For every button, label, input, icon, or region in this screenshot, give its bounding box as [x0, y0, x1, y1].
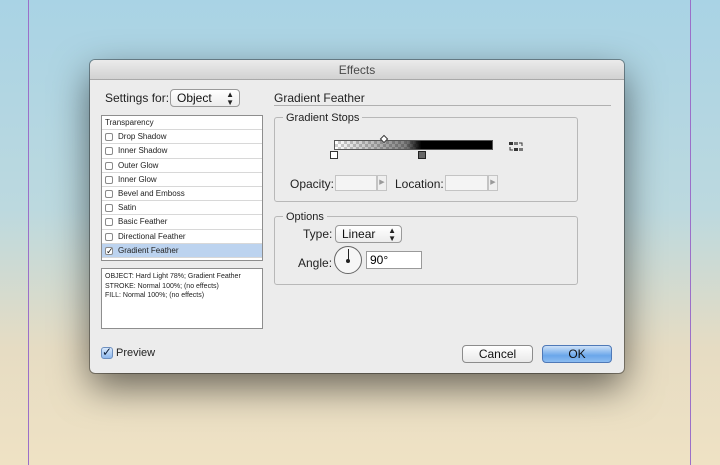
- opacity-label: Opacity:: [290, 177, 335, 191]
- gradient-stops-title: Gradient Stops: [283, 111, 363, 125]
- angle-value: 90°: [370, 253, 389, 267]
- list-item-gradient-feather[interactable]: ✓ Gradient Feather: [102, 243, 262, 258]
- angle-label: Angle:: [298, 256, 333, 270]
- checkbox[interactable]: [105, 133, 113, 142]
- type-value: Linear: [342, 227, 376, 241]
- list-item-label: Drop Shadow: [118, 132, 167, 142]
- checkbox[interactable]: [105, 147, 113, 156]
- list-item-label: Outer Glow: [118, 160, 159, 170]
- list-item-label: Basic Feather: [118, 217, 168, 227]
- summary-line-stroke: STROKE: Normal 100%; (no effects): [105, 282, 219, 290]
- popup-arrows-icon: ▲ ▼: [388, 226, 396, 243]
- list-item-label: Gradient Feather: [118, 245, 179, 255]
- location-field[interactable]: [445, 175, 488, 191]
- guide-line-right: [690, 0, 691, 465]
- list-item-label: Satin: [118, 203, 137, 213]
- list-item-inner-glow[interactable]: Inner Glow: [102, 173, 262, 187]
- list-item-transparency[interactable]: Transparency: [102, 116, 262, 131]
- checkbox[interactable]: [105, 218, 113, 227]
- checkbox[interactable]: [105, 189, 113, 198]
- preview-label: Preview: [116, 347, 156, 359]
- checkbox[interactable]: [105, 175, 113, 184]
- guide-line-left: [28, 0, 29, 465]
- list-item-inner-shadow[interactable]: Inner Shadow: [102, 144, 262, 159]
- settings-for-label: Settings for:: [105, 91, 170, 105]
- checkbox-checked[interactable]: ✓: [105, 246, 114, 255]
- panel-title-divider: [274, 105, 611, 106]
- summary-line-object: OBJECT: Hard Light 78%; Gradient Feather: [105, 273, 241, 280]
- type-label: Type:: [303, 227, 333, 241]
- list-item-label: Inner Shadow: [118, 146, 168, 156]
- summary-line-fill: FILL: Normal 100%; (no effects): [105, 292, 205, 299]
- list-item-directional-feather[interactable]: Directional Feather: [102, 230, 262, 244]
- gradient-ramp[interactable]: [334, 140, 493, 150]
- reverse-gradient-icon[interactable]: [509, 140, 523, 152]
- preview-checkbox[interactable]: ✓: [101, 345, 113, 359]
- angle-dial-center: [346, 259, 350, 263]
- effects-dialog: Effects Settings for: Object ▲ ▼ Transpar…: [90, 60, 624, 373]
- angle-dial[interactable]: [334, 246, 362, 274]
- options-title: Options: [283, 210, 327, 224]
- checkbox[interactable]: [105, 232, 113, 241]
- list-item-label: Directional Feather: [118, 231, 186, 241]
- settings-for-value: Object: [177, 91, 212, 105]
- list-item-basic-feather[interactable]: Basic Feather: [102, 215, 262, 230]
- list-item-drop-shadow[interactable]: Drop Shadow: [102, 130, 262, 145]
- checkmark-icon: ✓: [102, 345, 113, 359]
- opacity-stepper[interactable]: ▶: [377, 175, 387, 191]
- opacity-field[interactable]: [335, 175, 377, 191]
- list-item-bevel-and-emboss[interactable]: Bevel and Emboss: [102, 187, 262, 202]
- list-item-label: Inner Glow: [118, 174, 157, 184]
- effects-summary: OBJECT: Hard Light 78%; Gradient Feather…: [101, 268, 263, 329]
- list-item-outer-glow[interactable]: Outer Glow: [102, 159, 262, 173]
- popup-arrows-icon: ▲ ▼: [226, 90, 234, 107]
- type-select[interactable]: Linear ▲ ▼: [335, 225, 402, 243]
- cancel-button[interactable]: Cancel: [462, 345, 533, 363]
- effects-list: Transparency Drop Shadow Inner Shadow Ou…: [101, 115, 263, 261]
- location-stepper[interactable]: ▶: [488, 175, 498, 191]
- angle-field[interactable]: 90°: [366, 251, 422, 269]
- dialog-title: Effects: [90, 60, 624, 80]
- list-item-label: Bevel and Emboss: [118, 188, 185, 198]
- checkbox[interactable]: [105, 161, 113, 170]
- location-label: Location:: [395, 177, 444, 191]
- gradient-stop-left[interactable]: [330, 151, 338, 159]
- settings-for-select[interactable]: Object ▲ ▼: [170, 89, 240, 107]
- list-item-label: Transparency: [105, 118, 154, 127]
- checkbox[interactable]: [105, 204, 113, 213]
- panel-title: Gradient Feather: [274, 91, 365, 105]
- list-item-satin[interactable]: Satin: [102, 201, 262, 216]
- ok-button[interactable]: OK: [542, 345, 612, 363]
- gradient-stop-right[interactable]: [418, 151, 426, 159]
